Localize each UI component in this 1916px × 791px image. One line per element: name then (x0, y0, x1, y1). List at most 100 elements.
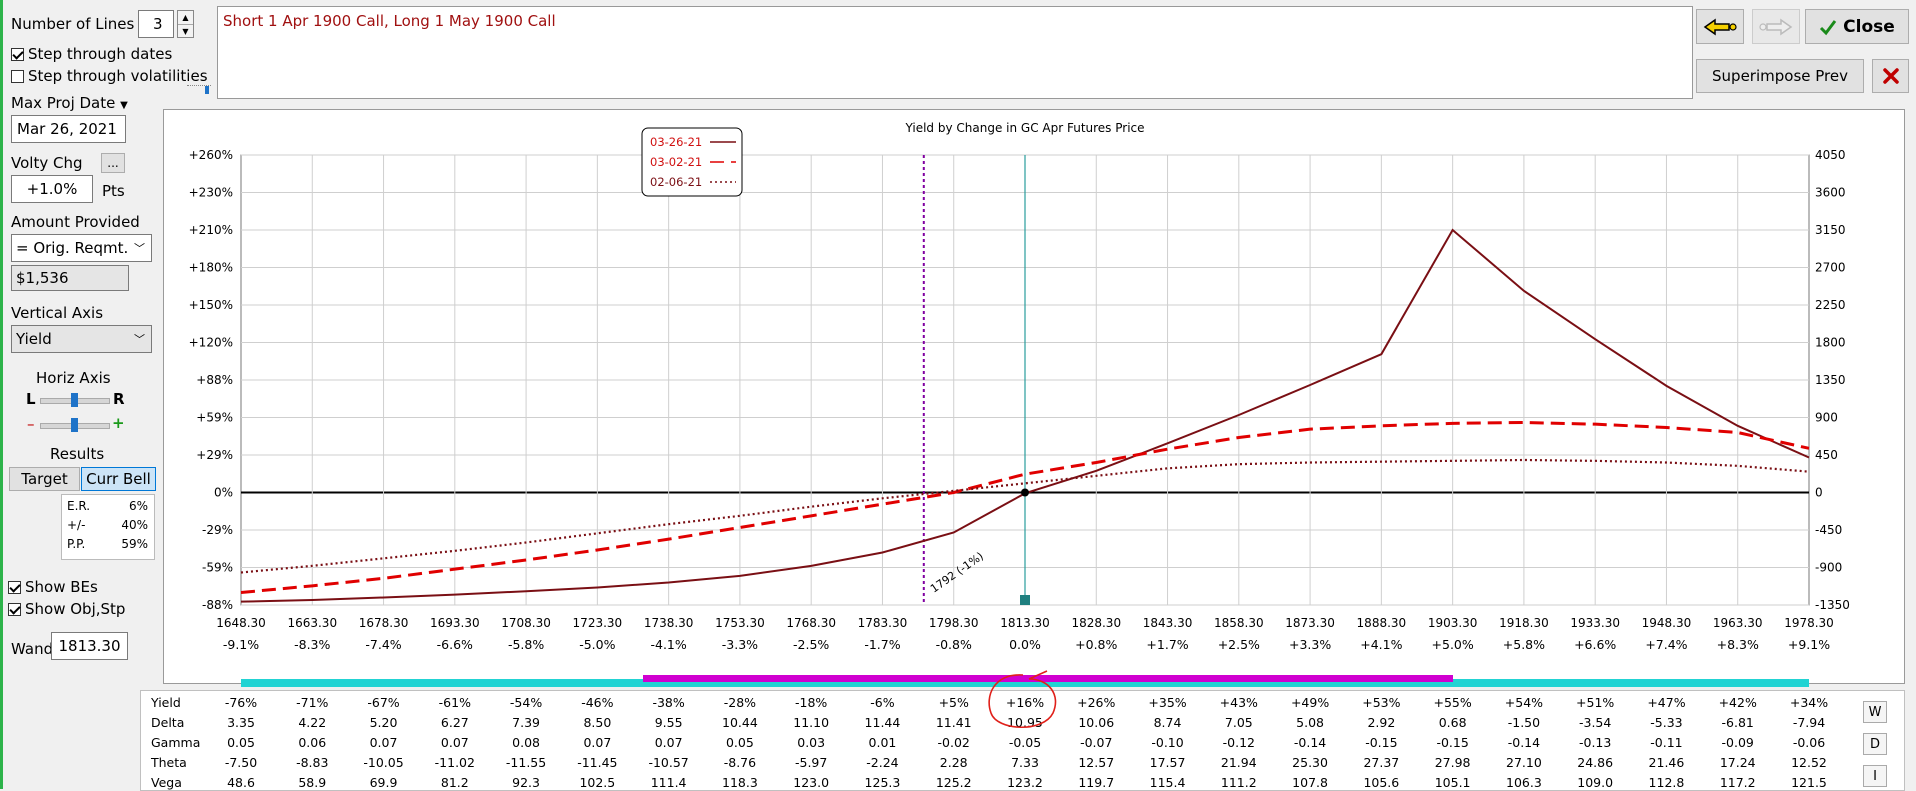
grip-thumb-icon[interactable] (205, 86, 209, 94)
table-cell: 81.2 (440, 775, 469, 790)
zoom-minus-icon[interactable]: – (27, 415, 35, 433)
x-pct-label: +0.8% (1075, 637, 1117, 652)
table-cell: -0.02 (937, 735, 970, 750)
checkbox-checked-icon[interactable] (8, 580, 21, 594)
checkmark-icon (1820, 19, 1837, 35)
slider-thumb-icon[interactable] (71, 418, 78, 432)
table-cell: 123.2 (1007, 775, 1043, 790)
dropdown-caret-icon[interactable]: ▼ (120, 100, 128, 111)
slider-thumb-icon[interactable] (71, 393, 78, 407)
vertical-axis-label: Vertical Axis (11, 304, 104, 322)
step-vols-checkbox[interactable]: Step through volatilities (11, 67, 208, 85)
volty-chg-input[interactable]: +1.0% (11, 175, 93, 203)
description-textarea[interactable]: Short 1 Apr 1900 Call, Long 1 May 1900 C… (217, 6, 1693, 99)
x-pct-label: -4.1% (650, 637, 686, 652)
checkbox-unchecked-icon[interactable] (11, 69, 24, 83)
curr-bell-button[interactable]: Curr Bell (81, 467, 156, 491)
y-right-tick-label: -450 (1815, 523, 1842, 537)
amount-provided-select[interactable]: = Orig. Reqmt. ﹀ (11, 234, 152, 262)
y-right-tick-label: 2700 (1815, 261, 1846, 275)
red-x-icon (1882, 68, 1899, 84)
table-cell: 92.3 (512, 775, 540, 790)
hand-drawn-circle-annotation (988, 670, 1057, 729)
number-of-lines-input[interactable]: 3 (138, 10, 174, 38)
table-cell: +5% (938, 695, 969, 710)
yield-chart[interactable]: Yield by Change in GC Apr Futures Price +… (164, 110, 1904, 683)
back-button[interactable] (1696, 9, 1744, 44)
max-proj-date-text: Max Proj Date (11, 94, 116, 112)
x-pct-label: +8.3% (1717, 637, 1759, 652)
x-tick-label: 1843.30 (1143, 616, 1193, 630)
table-side-button-d[interactable]: D (1863, 733, 1887, 755)
table-cell: -3.54 (1579, 715, 1612, 730)
pm-label: +/- (67, 518, 86, 532)
x-pct-label: +2.5% (1218, 637, 1260, 652)
y-right-tick-label: 0 (1815, 486, 1823, 500)
table-side-button-w[interactable]: W (1863, 701, 1887, 723)
table-side-button-i[interactable]: I (1863, 765, 1887, 787)
zoom-slider[interactable] (40, 418, 110, 432)
table-cell: 21.94 (1220, 755, 1257, 770)
volty-more-button[interactable]: ... (101, 153, 125, 173)
table-cell: 27.10 (1506, 755, 1542, 770)
close-button[interactable]: Close (1805, 9, 1909, 44)
table-cell: 102.5 (579, 775, 616, 790)
x-tick-label: 1828.30 (1071, 616, 1121, 630)
resize-grip[interactable] (187, 85, 211, 94)
table-cell: -5.33 (1650, 715, 1683, 730)
table-row-label: Vega (151, 775, 182, 790)
y-left-tick-label: +120% (189, 336, 233, 350)
table-cell: 115.4 (1149, 775, 1186, 790)
max-proj-date-input[interactable]: Mar 26, 2021 (11, 115, 126, 143)
table-cell: -11.45 (577, 755, 618, 770)
table-cell: 11.41 (935, 715, 972, 730)
y-left-tick-label: +150% (189, 298, 233, 312)
horiz-axis-slider[interactable] (40, 393, 110, 407)
table-cell: 17.57 (1149, 755, 1186, 770)
table-cell: 7.33 (1011, 755, 1039, 770)
step-dates-checkbox[interactable]: Step through dates (11, 45, 172, 63)
checkbox-checked-icon[interactable] (11, 47, 24, 61)
spin-down-icon[interactable]: ▼ (178, 25, 193, 38)
zoom-plus-icon[interactable]: + (112, 414, 125, 432)
y-right-tick-label: -1350 (1815, 598, 1850, 612)
max-proj-date-label[interactable]: Max Proj Date ▼ (11, 94, 128, 112)
table-cell: 117.2 (1719, 775, 1756, 790)
table-cell: 109.0 (1577, 775, 1614, 790)
table-cell: -54% (509, 695, 543, 710)
results-stats-box: E.R. 6% +/- 40% P.P. 59% (61, 494, 155, 560)
table-cell: 7.05 (1224, 715, 1253, 730)
checkbox-checked-icon[interactable] (8, 602, 21, 616)
vertical-axis-select[interactable]: Yield ﹀ (11, 325, 152, 353)
wand-input[interactable]: 1813.30 (51, 632, 128, 660)
show-bes-checkbox[interactable]: Show BEs (8, 578, 98, 596)
x-tick-label: 1888.30 (1357, 616, 1407, 630)
target-button[interactable]: Target (9, 467, 80, 491)
table-cell: 0.05 (227, 735, 255, 750)
show-obj-label: Show Obj,Stp (25, 600, 126, 618)
table-cell: 111.2 (1220, 775, 1257, 790)
delete-button[interactable] (1872, 59, 1909, 93)
chart-frame[interactable]: Yield by Change in GC Apr Futures Price +… (163, 109, 1905, 684)
forward-button[interactable] (1752, 9, 1800, 44)
number-of-lines-spinner[interactable]: ▲ ▼ (177, 10, 194, 38)
horiz-left-label: L (26, 390, 36, 408)
spin-up-icon[interactable]: ▲ (178, 11, 193, 25)
table-cell: 25.30 (1292, 755, 1328, 770)
table-cell: 0.68 (1438, 715, 1467, 730)
superimpose-prev-button[interactable]: Superimpose Prev (1696, 59, 1864, 93)
x-tick-label: 1783.30 (858, 616, 908, 630)
x-tick-label: 1648.30 (216, 616, 266, 630)
x-tick-label: 1678.30 (359, 616, 409, 630)
table-cell: 0.03 (797, 735, 826, 750)
table-cell: -8.83 (296, 755, 329, 770)
x-tick-label: 1918.30 (1499, 616, 1549, 630)
er-value: 6% (128, 499, 148, 513)
table-cell: 24.86 (1577, 755, 1614, 770)
show-obj-checkbox[interactable]: Show Obj,Stp (8, 600, 125, 618)
table-cell: -6% (870, 695, 895, 710)
x-tick-label: 1933.30 (1570, 616, 1620, 630)
horiz-axis-label: Horiz Axis (36, 369, 111, 387)
table-cell: 58.9 (298, 775, 327, 790)
x-tick-label: 1963.30 (1713, 616, 1763, 630)
